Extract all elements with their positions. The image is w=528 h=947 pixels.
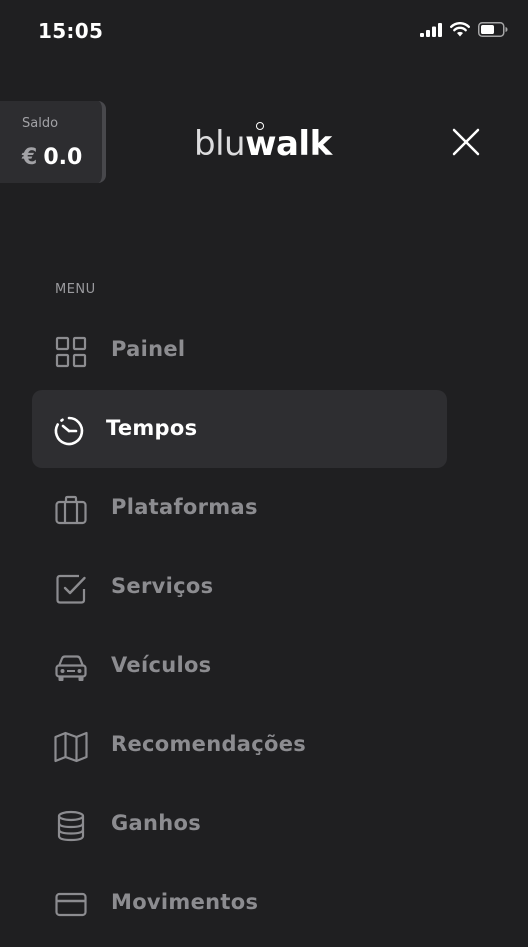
menu-item-label: Plataformas [111, 495, 258, 519]
menu-item-movimentos[interactable]: Movimentos [32, 864, 447, 942]
menu-item-servicos[interactable]: Serviços [32, 548, 447, 626]
briefcase-icon [55, 495, 87, 525]
close-button[interactable] [448, 124, 484, 160]
menu-header: MENU [55, 282, 96, 297]
bluwalk-logo: bluwalk [194, 122, 334, 166]
wifi-icon [450, 22, 470, 37]
battery-icon [478, 22, 508, 37]
signal-icon [420, 22, 442, 37]
grid-icon [55, 336, 87, 368]
menu-item-label: Recomendações [111, 732, 307, 756]
menu-item-ganhos[interactable]: Ganhos [32, 785, 447, 863]
balance-amount: 0.0 [43, 145, 83, 170]
menu-item-label: Movimentos [111, 890, 259, 914]
logo-text: bluwalk [194, 124, 332, 164]
menu-item-label: Ganhos [111, 811, 202, 835]
status-bar: 15:05 [0, 0, 528, 64]
checkbox-icon [56, 574, 86, 604]
database-icon [57, 810, 85, 842]
status-time: 15:05 [38, 19, 104, 43]
menu-item-label: Painel [111, 337, 186, 361]
map-icon [54, 731, 88, 763]
menu-item-plataformas[interactable]: Plataformas [32, 469, 447, 547]
balance-card[interactable]: Saldo € 0.0 [0, 101, 106, 183]
status-icons [420, 22, 508, 37]
menu-item-tempos[interactable]: Tempos [32, 390, 447, 468]
timer-icon [54, 416, 84, 446]
balance-value: € 0.0 [22, 145, 82, 170]
balance-currency: € [22, 145, 38, 170]
menu-item-label: Veículos [111, 653, 212, 677]
menu-item-label: Serviços [111, 574, 214, 598]
menu-item-label: Tempos [106, 416, 198, 440]
balance-label: Saldo [22, 116, 59, 131]
logo-bold-part: walk [245, 124, 332, 164]
menu-item-veiculos[interactable]: Veículos [32, 627, 447, 705]
car-icon [55, 655, 87, 681]
credit-card-icon [55, 892, 87, 917]
logo-dot [256, 122, 264, 130]
close-icon [452, 128, 480, 156]
menu-item-painel[interactable]: Painel [32, 311, 447, 389]
logo-light-part: blu [194, 124, 246, 164]
menu-item-recomendacoes[interactable]: Recomendações [32, 706, 447, 784]
